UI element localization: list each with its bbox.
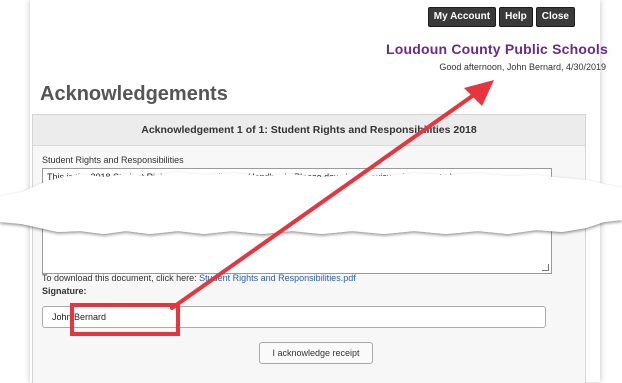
district-name: Loudoun County Public Schools (385, 41, 608, 57)
download-prefix: To download this document, click here: (42, 273, 197, 283)
panel-heading: Acknowledgement 1 of 1: Student Rights a… (33, 115, 585, 146)
my-account-button[interactable]: My Account (427, 7, 497, 27)
signature-input[interactable] (42, 306, 546, 328)
download-row: To download this document, click here: S… (42, 273, 356, 283)
acknowledgement-panel: Acknowledgement 1 of 1: Student Rights a… (32, 114, 586, 383)
signature-label: Signature: (42, 286, 87, 296)
top-button-bar: My Account Help Close (427, 7, 575, 27)
acknowledge-receipt-button[interactable]: I acknowledge receipt (259, 342, 373, 364)
help-button[interactable]: Help (499, 7, 533, 27)
download-link[interactable]: Student Rights and Responsibilities.pdf (199, 273, 356, 283)
torn-paper-overlay (0, 172, 622, 234)
page-title: Acknowledgements (40, 83, 228, 105)
resize-handle-icon[interactable] (542, 264, 549, 271)
section-label: Student Rights and Responsibilities (42, 155, 184, 165)
greeting-text: Good afternoon, John Bernard, 4/30/2019 (439, 62, 606, 72)
close-button[interactable]: Close (535, 7, 575, 27)
